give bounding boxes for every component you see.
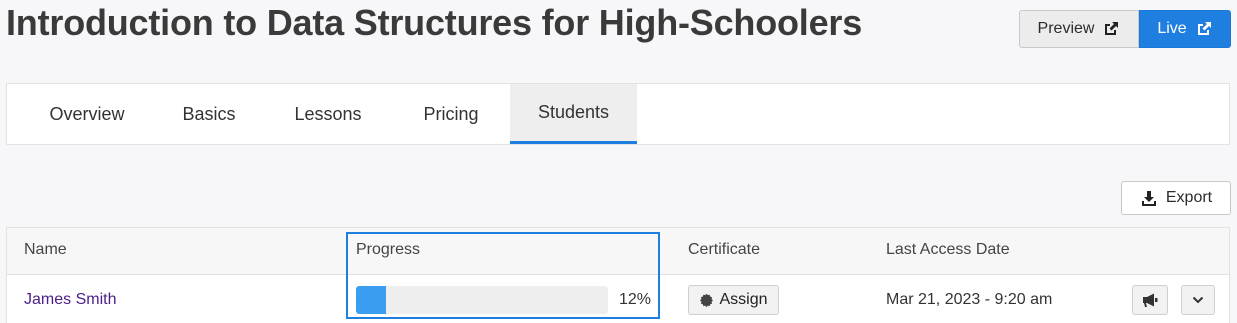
assign-button-label: Assign (719, 291, 768, 308)
megaphone-icon (1143, 293, 1158, 307)
page-title: Introduction to Data Structures for High… (6, 2, 863, 43)
external-link-icon (1105, 22, 1119, 35)
download-icon (1141, 191, 1156, 206)
announcement-button[interactable] (1132, 285, 1168, 315)
column-header-progress: Progress (356, 241, 421, 258)
progress-bar-fill (356, 286, 387, 314)
tab-basics[interactable]: Basics (169, 84, 249, 144)
chevron-down-icon (1192, 296, 1204, 304)
table-row: James Smith 12% Assign Mar 21, 2023 - 9:… (7, 275, 1229, 323)
column-header-name: Name (24, 241, 67, 258)
progress-percent: 12% (619, 291, 652, 308)
live-button[interactable]: Live (1139, 10, 1231, 48)
live-button-label: Live (1157, 20, 1187, 37)
export-button-label: Export (1165, 189, 1213, 206)
progress-bar (356, 286, 608, 314)
students-table: Name Progress Certificate Last Access Da… (6, 227, 1230, 323)
course-tabs: Overview Basics Lessons Pricing Students (6, 83, 1230, 145)
preview-button[interactable]: Preview (1019, 10, 1139, 48)
assign-certificate-button[interactable]: Assign (688, 285, 779, 315)
student-name-link[interactable]: James Smith (24, 291, 116, 309)
tab-overview[interactable]: Overview (31, 84, 143, 144)
tab-pricing[interactable]: Pricing (405, 84, 497, 144)
tab-students[interactable]: Students (510, 84, 637, 144)
certificate-seal-icon (700, 293, 714, 307)
page: Introduction to Data Structures for High… (0, 0, 1237, 323)
export-button[interactable]: Export (1121, 181, 1231, 215)
tab-lessons[interactable]: Lessons (275, 84, 381, 144)
row-actions-dropdown[interactable] (1181, 285, 1215, 315)
last-access-date: Mar 21, 2023 - 9:20 am (886, 291, 1053, 308)
column-header-certificate: Certificate (688, 241, 761, 258)
table-header: Name Progress Certificate Last Access Da… (7, 228, 1229, 275)
column-header-last-access: Last Access Date (886, 241, 1010, 258)
external-link-icon (1197, 22, 1211, 35)
preview-button-label: Preview (1037, 20, 1095, 37)
